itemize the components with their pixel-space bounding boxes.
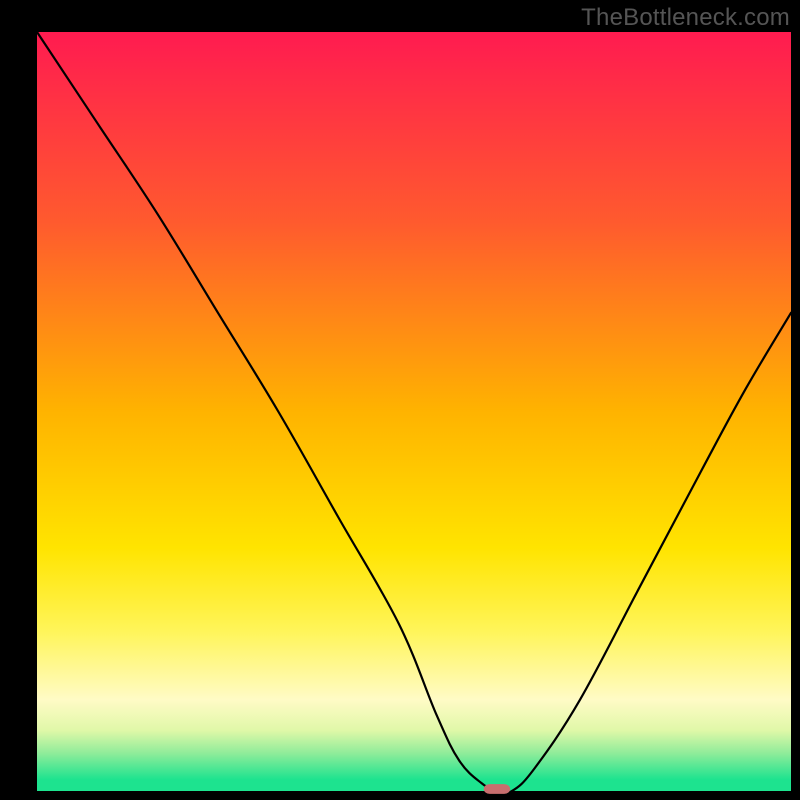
plot-background (37, 32, 791, 791)
gradient-plot (0, 0, 800, 800)
watermark-text: TheBottleneck.com (581, 4, 790, 32)
chart-frame: TheBottleneck.com (0, 0, 800, 800)
optimal-marker (484, 784, 510, 794)
